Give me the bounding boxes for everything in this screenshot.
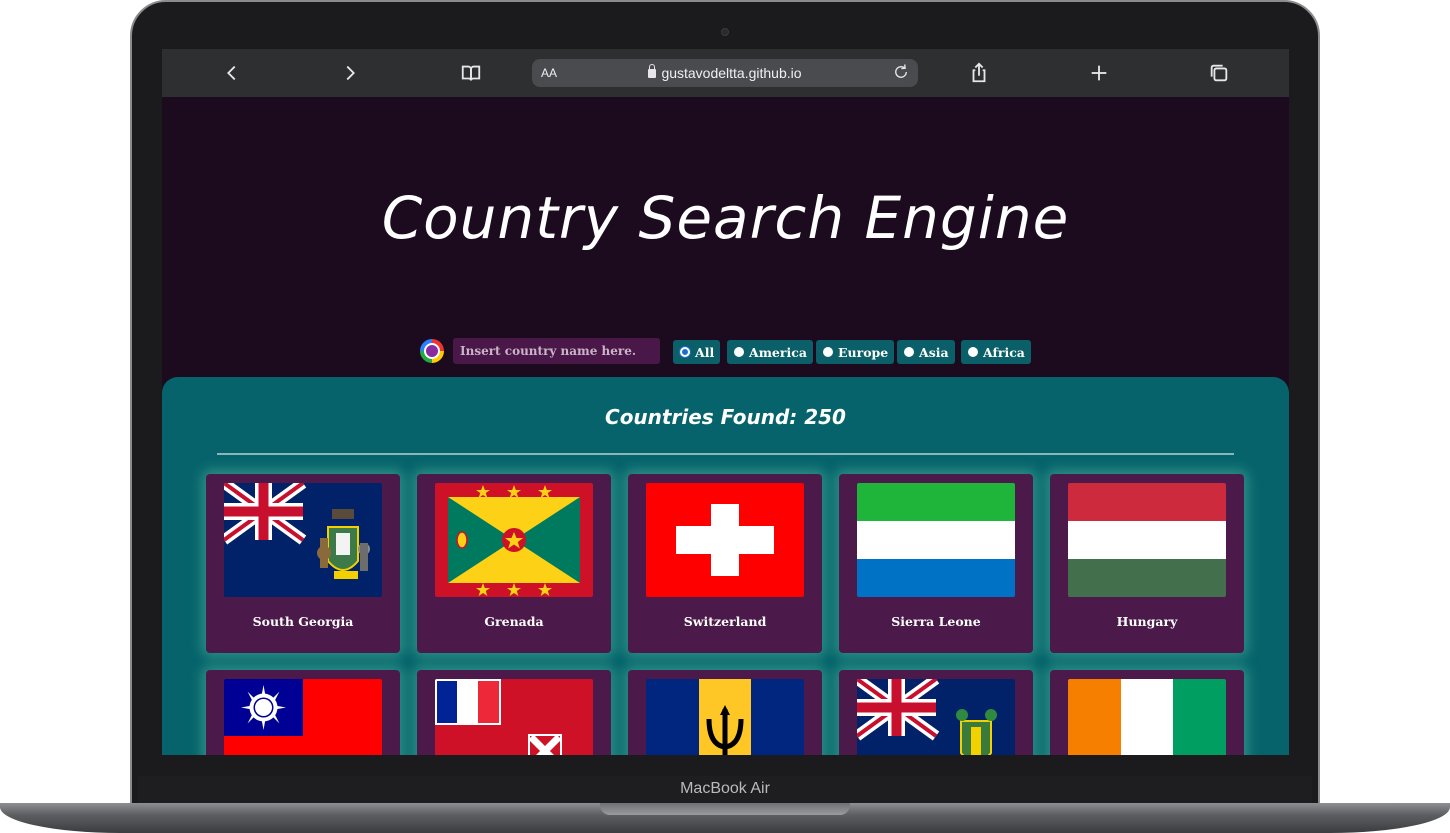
country-name: Switzerland: [683, 614, 767, 629]
lid-notch: [600, 803, 850, 815]
country-card-barbados[interactable]: [628, 670, 822, 755]
country-card-sierra-leone[interactable]: Sierra Leone: [839, 474, 1033, 653]
radio-icon[interactable]: [968, 347, 978, 357]
country-name: Sierra Leone: [891, 614, 981, 629]
new-tab-icon[interactable]: [1085, 59, 1113, 87]
taiwan-flag: [224, 679, 382, 755]
url-text: gustavodeltta.github.io: [661, 65, 802, 81]
address-bar[interactable]: AA gustavodeltta.github.io: [532, 59, 918, 87]
results-panel: Countries Found: 250 South Georgia Grena…: [162, 377, 1289, 755]
wallis-futuna-flag: [435, 679, 593, 755]
page-title: Country Search Engine: [381, 184, 1070, 252]
search-icon[interactable]: [420, 339, 444, 363]
south-georgia-flag: [224, 483, 382, 597]
radio-icon[interactable]: [734, 347, 744, 357]
lock-icon: [648, 64, 657, 78]
tabs-icon[interactable]: [1205, 59, 1233, 87]
country-card-pitcairn[interactable]: [839, 670, 1033, 755]
hungary-flag: [1068, 483, 1226, 597]
radio-checked-icon[interactable]: [680, 347, 690, 357]
divider: [217, 453, 1234, 455]
results-count: Countries Found: 250: [605, 405, 846, 429]
device-label: MacBook Air: [680, 780, 770, 797]
sierra-leone-flag: [857, 483, 1015, 597]
camera: [721, 28, 729, 36]
country-card-switzerland[interactable]: Switzerland: [628, 474, 822, 653]
search-input[interactable]: [453, 338, 660, 364]
back-icon[interactable]: [218, 59, 246, 87]
browser-toolbar: AA gustavodeltta.github.io: [162, 49, 1289, 97]
filter-label: Europe: [838, 344, 889, 360]
country-name: Hungary: [1116, 614, 1178, 629]
country-card-grenada[interactable]: Grenada: [417, 474, 611, 653]
filter-africa[interactable]: Africa: [961, 340, 1031, 364]
switzerland-flag: [646, 483, 804, 597]
country-name: Grenada: [484, 614, 544, 629]
screen: AA gustavodeltta.github.io Country Searc…: [162, 49, 1289, 755]
radio-icon[interactable]: [904, 347, 914, 357]
filter-america[interactable]: America: [727, 340, 813, 364]
country-card-taiwan[interactable]: [206, 670, 400, 755]
country-card-hungary[interactable]: Hungary: [1050, 474, 1244, 653]
pitcairn-flag: [857, 679, 1015, 755]
reload-icon[interactable]: [892, 63, 912, 83]
country-name: South Georgia: [252, 614, 354, 629]
filter-label: Asia: [919, 344, 949, 360]
filter-label: Africa: [983, 344, 1025, 360]
ivory-coast-flag: [1068, 679, 1226, 755]
url-display: gustavodeltta.github.io: [532, 64, 918, 81]
country-card-ivory-coast[interactable]: [1050, 670, 1244, 755]
filter-all[interactable]: All: [673, 340, 721, 364]
grenada-flag: [435, 483, 593, 597]
country-card-south-georgia[interactable]: South Georgia: [206, 474, 400, 653]
share-icon[interactable]: [965, 59, 993, 87]
country-card-wallis-futuna[interactable]: [417, 670, 611, 755]
filter-asia[interactable]: Asia: [897, 340, 955, 364]
bookmarks-icon[interactable]: [457, 59, 485, 87]
search-controls: All America Europe Asia Africa: [420, 338, 1040, 364]
forward-icon[interactable]: [336, 59, 364, 87]
barbados-flag: [646, 679, 804, 755]
filter-label: America: [749, 344, 807, 360]
filter-europe[interactable]: Europe: [816, 340, 895, 364]
radio-icon[interactable]: [823, 347, 833, 357]
filter-label: All: [695, 344, 715, 360]
